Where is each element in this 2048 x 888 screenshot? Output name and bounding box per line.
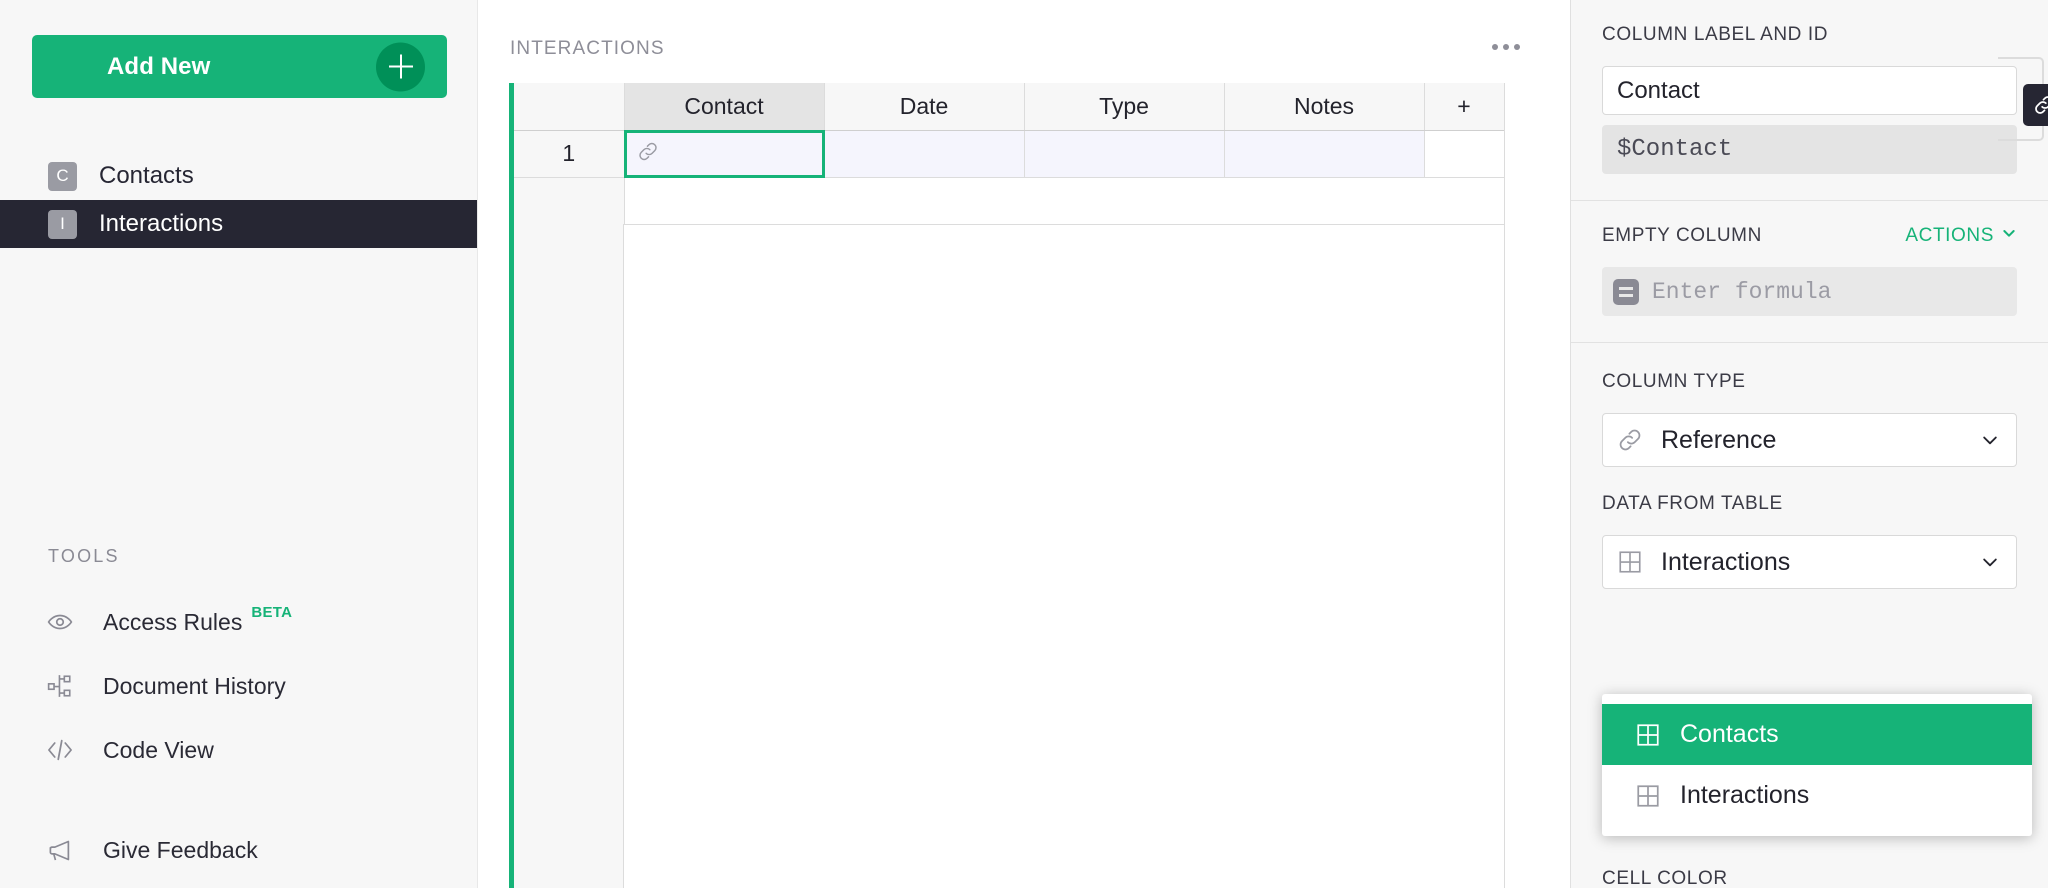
formula-placeholder: Enter formula — [1652, 279, 1831, 305]
table-icon — [1635, 783, 1663, 809]
grid-empty-area — [624, 177, 1504, 224]
link-icon — [637, 140, 659, 167]
link-icon — [1617, 427, 1645, 453]
column-type-value: Reference — [1661, 426, 1776, 455]
section-column-type: COLUMN TYPE Reference — [1571, 343, 2048, 467]
add-column-button[interactable]: + — [1424, 83, 1504, 130]
column-header-rownum — [514, 83, 624, 130]
dropdown-option-label-contacts: Contacts — [1680, 720, 1779, 749]
tools-section-header: TOOLS — [48, 546, 120, 567]
dropdown-option-interactions[interactable]: Interactions — [1602, 765, 2032, 826]
section-label-cell-color: CELL COLOR — [1602, 868, 1728, 888]
cell-contact-row1[interactable] — [624, 130, 824, 177]
dropdown-option-label-interactions: Interactions — [1680, 781, 1809, 810]
data-from-table-select[interactable]: Interactions — [1602, 535, 2017, 589]
section-empty-column: EMPTY COLUMN ACTIONS Enter formula — [1571, 201, 2048, 342]
column-type-select[interactable]: Reference — [1602, 413, 2017, 467]
actions-dropdown-button[interactable]: ACTIONS — [1905, 225, 2017, 247]
grid-header-row: Contact Date Type Notes + — [514, 83, 1504, 130]
column-header-contact[interactable]: Contact — [624, 83, 824, 130]
link-icon[interactable] — [2023, 84, 2048, 126]
dropdown-option-contacts[interactable]: Contacts — [1602, 704, 2032, 765]
eye-icon — [45, 607, 75, 637]
cell-type-row1[interactable] — [1024, 130, 1224, 177]
history-tree-icon — [45, 671, 75, 701]
chevron-down-icon — [1980, 430, 2000, 450]
grid-body: 1 — [514, 130, 1504, 224]
row-number-blank — [514, 177, 624, 224]
tool-item-give-feedback[interactable]: Give Feedback — [0, 818, 477, 882]
tools-list: Access Rules BETA Document History — [0, 590, 477, 882]
app-root: Add New C Contacts I Interactions TOOLS — [0, 0, 2048, 888]
page-list: C Contacts I Interactions — [0, 152, 477, 248]
sidebar-item-contacts[interactable]: C Contacts — [0, 152, 477, 200]
tool-label-give-feedback: Give Feedback — [103, 837, 258, 864]
section-label-column-label-and-id: COLUMN LABEL AND ID — [1602, 24, 2017, 46]
data-from-table-dropdown: Contacts Interactions — [1602, 694, 2032, 836]
chevron-down-icon — [2001, 225, 2017, 247]
cell-addcol-row1 — [1424, 130, 1504, 177]
grid-section-title: INTERACTIONS — [510, 38, 665, 60]
add-new-button[interactable]: Add New — [32, 35, 447, 98]
tool-label-access-rules: Access Rules — [103, 609, 242, 636]
section-column-label-and-id: COLUMN LABEL AND ID $Contact — [1571, 0, 2048, 200]
formula-input[interactable]: Enter formula — [1602, 267, 2017, 316]
chevron-down-icon — [1980, 552, 2000, 572]
section-label-empty-column: EMPTY COLUMN — [1602, 225, 1762, 247]
data-from-table-value: Interactions — [1661, 548, 1790, 577]
column-label-input[interactable] — [1602, 66, 2017, 115]
section-label-column-type: COLUMN TYPE — [1602, 371, 2017, 393]
right-creator-panel: COLUMN LABEL AND ID $Contact EMPTY COLUM… — [1570, 0, 2048, 888]
plus-icon[interactable] — [376, 42, 425, 91]
page-badge-contacts: C — [48, 162, 77, 191]
tool-item-access-rules[interactable]: Access Rules BETA — [0, 590, 477, 654]
sidebar-item-label-contacts: Contacts — [99, 162, 194, 190]
cell-notes-row1[interactable] — [1224, 130, 1424, 177]
tool-label-document-history: Document History — [103, 673, 286, 700]
section-data-from-table: DATA FROM TABLE Interactions — [1571, 467, 2048, 589]
cell-date-row1[interactable] — [824, 130, 1024, 177]
column-header-type[interactable]: Type — [1024, 83, 1224, 130]
equals-icon — [1613, 279, 1639, 305]
grid-wrapper: Contact Date Type Notes + 1 — [509, 83, 1570, 888]
table-icon — [1635, 722, 1663, 748]
code-brackets-icon — [45, 735, 75, 765]
ellipsis-icon[interactable] — [1492, 44, 1520, 50]
column-header-date[interactable]: Date — [824, 83, 1024, 130]
tools-spacer — [0, 782, 477, 818]
column-id-field[interactable]: $Contact — [1602, 125, 2017, 174]
add-new-label: Add New — [107, 53, 210, 81]
empty-column-header-row: EMPTY COLUMN ACTIONS — [1602, 225, 2017, 247]
section-label-data-from-table: DATA FROM TABLE — [1602, 493, 2017, 515]
row-number-1[interactable]: 1 — [514, 130, 624, 177]
data-grid: Contact Date Type Notes + 1 — [514, 83, 1505, 225]
megaphone-icon — [45, 835, 75, 865]
tool-label-code-view: Code View — [103, 737, 214, 764]
tool-item-code-view[interactable]: Code View — [0, 718, 477, 782]
grid-rownum-filler — [514, 224, 624, 888]
left-sidebar: Add New C Contacts I Interactions TOOLS — [0, 0, 478, 888]
grid-empty-row — [514, 177, 1504, 224]
page-badge-interactions: I — [48, 210, 77, 239]
column-header-notes[interactable]: Notes — [1224, 83, 1424, 130]
grid-right-edge — [1504, 83, 1505, 888]
table-icon — [1617, 549, 1645, 575]
grid-area: INTERACTIONS Contact Date Type Notes + — [478, 0, 1570, 888]
sidebar-item-interactions[interactable]: I Interactions — [0, 200, 477, 248]
table-row: 1 — [514, 130, 1504, 177]
tool-item-document-history[interactable]: Document History — [0, 654, 477, 718]
sidebar-item-label-interactions: Interactions — [99, 210, 223, 238]
actions-label: ACTIONS — [1905, 225, 1994, 247]
beta-badge: BETA — [251, 604, 292, 621]
